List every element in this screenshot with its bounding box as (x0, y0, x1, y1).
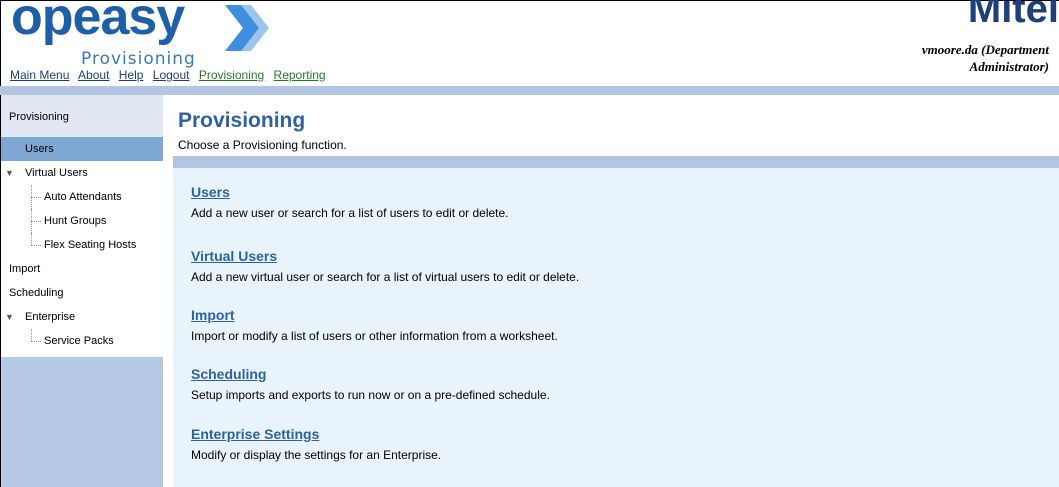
user-info-line1: vmoore.da (Department (921, 42, 1049, 57)
sidebar-item-hunt-groups[interactable]: Hunt Groups (1, 209, 163, 233)
tree-line (31, 197, 41, 198)
sidebar-item-label: Hunt Groups (44, 215, 107, 227)
scheduling-link[interactable]: Scheduling (191, 366, 266, 382)
sidebar-item-service-packs[interactable]: Service Packs (1, 329, 163, 353)
user-info-line2: Administrator) (969, 59, 1049, 74)
function-list: Users Add a new user or search for a lis… (173, 168, 1059, 487)
import-link[interactable]: Import (191, 307, 235, 323)
page-subtitle: Choose a Provisioning function. (178, 138, 347, 152)
sidebar-item-label: Virtual Users (25, 167, 88, 179)
function-item-scheduling: Scheduling Setup imports and exports to … (191, 366, 550, 402)
tree-line (31, 329, 32, 341)
function-description: Add a new user or search for a list of u… (191, 206, 509, 220)
app-header: opeasy Provisioning Main Menu About Help… (0, 0, 1059, 86)
logo-wordmark: opeasy (11, 0, 185, 46)
tree-line (31, 233, 32, 245)
sidebar-item-label: Auto Attendants (44, 191, 122, 203)
main-panel: Provisioning Choose a Provisioning funct… (173, 95, 1059, 487)
mitel-logo: Mitel (967, 0, 1059, 31)
users-link[interactable]: Users (191, 184, 230, 200)
function-item-virtual-users: Virtual Users Add a new virtual user or … (191, 248, 579, 284)
header-band (0, 86, 1059, 95)
sidebar-item-label: Users (25, 143, 54, 155)
sidebar-spacer (1, 353, 163, 357)
sidebar-item-flex-seating-hosts[interactable]: Flex Seating Hosts (1, 233, 163, 257)
function-item-enterprise-settings: Enterprise Settings Modify or display th… (191, 426, 441, 462)
section-divider (173, 156, 1059, 168)
sidebar-item-auto-attendants[interactable]: Auto Attendants (1, 185, 163, 209)
sidebar-item-label: Import (9, 263, 41, 275)
function-description: Import or modify a list of users or othe… (191, 329, 558, 343)
tree-line (11, 149, 21, 150)
nav-about[interactable]: About (78, 68, 109, 82)
nav-reporting[interactable]: Reporting (274, 68, 326, 82)
tree-line (31, 245, 41, 246)
function-description: Modify or display the settings for an En… (191, 448, 442, 462)
sidebar-heading: Provisioning (1, 95, 163, 137)
user-info: vmoore.da (Department Administrator) (922, 41, 1049, 75)
logo-subtitle: Provisioning (81, 49, 196, 69)
nav-provisioning[interactable]: Provisioning (199, 68, 264, 82)
expand-arrow-icon[interactable]: ▼ (5, 161, 14, 185)
sidebar: Provisioning Users ▼ Virtual Users Auto … (0, 95, 163, 487)
sidebar-item-enterprise[interactable]: ▼ Enterprise (1, 305, 163, 329)
function-item-users: Users Add a new user or search for a lis… (191, 184, 509, 220)
function-description: Setup imports and exports to run now or … (191, 388, 550, 402)
tree-line (31, 221, 41, 222)
nav-help[interactable]: Help (119, 68, 144, 82)
enterprise-settings-link[interactable]: Enterprise Settings (191, 426, 319, 442)
function-description: Add a new virtual user or search for a l… (191, 270, 580, 284)
tree-line (31, 341, 41, 342)
opeasy-logo: opeasy (11, 0, 185, 46)
page-title: Provisioning (178, 109, 306, 132)
sidebar-item-users[interactable]: Users (1, 137, 163, 161)
logo-chevron-icon (225, 5, 269, 51)
nav-main-menu[interactable]: Main Menu (10, 68, 69, 82)
expand-arrow-icon[interactable]: ▼ (5, 305, 14, 329)
sidebar-item-label: Scheduling (9, 287, 64, 299)
sidebar-item-label: Flex Seating Hosts (44, 239, 137, 251)
virtual-users-link[interactable]: Virtual Users (191, 248, 277, 264)
sidebar-item-label: Enterprise (25, 311, 76, 323)
nav-logout[interactable]: Logout (153, 68, 190, 82)
sidebar-item-import[interactable]: Import (1, 257, 163, 281)
top-navigation: Main Menu About Help Logout Provisioning… (10, 68, 332, 82)
sidebar-item-virtual-users[interactable]: ▼ Virtual Users (1, 161, 163, 185)
sidebar-item-label: Service Packs (44, 335, 114, 347)
sidebar-item-scheduling[interactable]: Scheduling (1, 281, 163, 305)
function-item-import: Import Import or modify a list of users … (191, 307, 558, 343)
